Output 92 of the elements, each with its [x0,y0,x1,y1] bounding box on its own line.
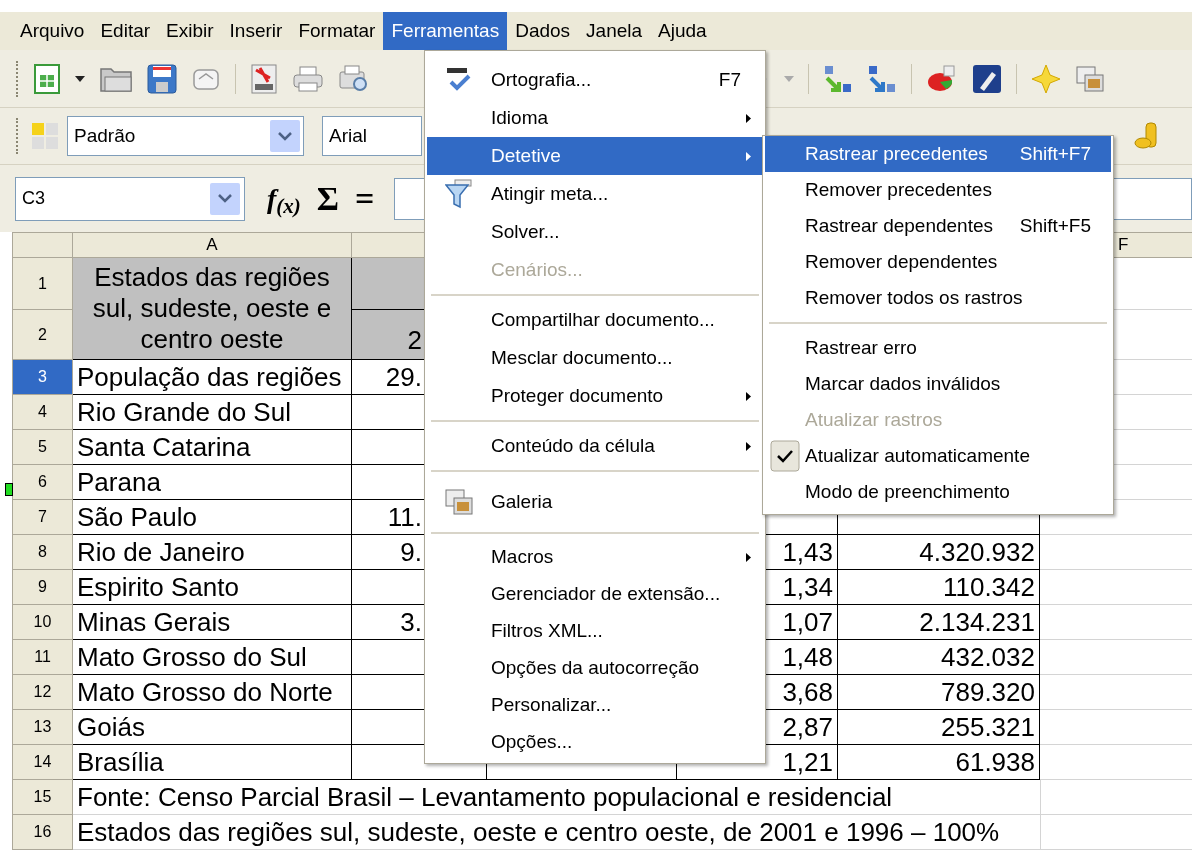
table-cell: 789.320 [838,675,1040,710]
table-cell: 61.938 [838,745,1040,780]
table-cell: Parana [73,465,352,500]
menu-item[interactable]: Conteúdo da célula [427,427,763,465]
new-spreadsheet-icon[interactable] [33,62,61,95]
select-all-corner[interactable] [12,232,73,258]
table-cell: Brasília [73,745,352,780]
table-cell: Minas Gerais [73,605,352,640]
pdf-icon[interactable] [250,63,278,94]
table-cell: São Paulo [73,500,352,535]
row-header[interactable]: 11 [12,640,73,675]
menu-item[interactable]: Detetive [427,137,763,175]
printer-icon[interactable] [292,64,324,93]
function-wizard-button[interactable]: f$_{(x)}$ [267,177,301,220]
star-icon[interactable] [1031,63,1061,94]
table-cell: Estados das regiões sul, sudeste, oeste e centro oeste [73,258,352,360]
dropdown-caret-icon[interactable] [210,182,240,215]
table-cell: População das regiões [73,360,352,395]
menu-bar-item[interactable]: Arquivo [12,12,93,50]
row-header[interactable]: 12 [12,675,73,710]
menu-item[interactable]: Atingir meta... [427,175,763,213]
table-cell: 255.321 [838,710,1040,745]
menu-bar-item[interactable]: Janela [578,12,651,50]
menu-bar-item[interactable]: Editar [92,12,159,50]
menu-bar-item[interactable]: Ajuda [650,12,715,50]
menu-item[interactable]: Rastrear erro [765,330,1111,366]
row-header[interactable]: 16 [12,815,73,850]
caret-icon[interactable] [75,75,85,82]
row-header[interactable]: 7 [12,500,73,535]
row-header[interactable]: 4 [12,395,73,430]
row-header[interactable]: 13 [12,710,73,745]
menu-bar-item[interactable]: Formatar [290,12,384,50]
print-preview-icon[interactable] [338,63,370,94]
table-cell: Espirito Santo [73,570,352,605]
table-cell: Santa Catarina [73,430,352,465]
menu-item[interactable]: Idioma [427,99,763,137]
table-cell: Rio Grande do Sul [73,395,352,430]
table-cell: Mato Grosso do Norte [73,675,352,710]
function-button[interactable]: = [355,173,375,224]
gallery-icon[interactable] [1075,64,1105,93]
menu-item[interactable]: Remover todos os rastros [765,280,1111,316]
row-header[interactable]: 5 [12,430,73,465]
toolbar-grip[interactable] [16,118,19,154]
table-cell: 432.032 [838,640,1040,675]
row-header[interactable]: 1 [12,258,73,310]
menu-item[interactable]: Ortografia... F7 [427,61,763,99]
font-dropdown[interactable]: Arial [322,116,422,156]
menu-item[interactable]: Remover precedentes [765,172,1111,208]
column-header[interactable]: A [73,232,352,258]
coins-icon[interactable] [1134,121,1160,151]
row-header[interactable]: 15 [12,780,73,815]
row-header[interactable]: 2 [12,310,73,360]
sort-ascending-icon[interactable] [823,63,853,94]
spellcheck-icon [446,67,472,93]
menu-item[interactable]: Modo de preenchimento [765,474,1111,510]
sum-button[interactable]: Σ [316,173,340,224]
menu-item[interactable]: Marcar dados inválidos [765,366,1111,402]
row-header[interactable]: 3 [12,360,73,395]
menu-item[interactable]: Rastrear precedentes Shift+F7 [765,136,1111,172]
row-header[interactable]: 6 [12,465,73,500]
table-cell: Goiás [73,710,352,745]
column-header[interactable]: F [1116,235,1131,255]
table-cell: Rio de Janeiro [73,535,352,570]
menu-item[interactable]: Remover dependentes [765,244,1111,280]
cell-handle-icon[interactable] [5,483,13,496]
menu-bar-item[interactable]: Ferramentas [383,12,508,50]
menu-bar-item[interactable]: Exibir [158,12,222,50]
row-header[interactable]: 8 [12,535,73,570]
menu-item[interactable]: Rastrear dependentes Shift+F5 [765,208,1111,244]
menu-bar-item[interactable]: Inserir [221,12,291,50]
table-cell: 4.320.932 [838,535,1040,570]
name-box[interactable]: C3 [15,176,245,221]
table-cell: 2.134.231 [838,605,1040,640]
table-cell: Estados das regiões sul, sudeste, oeste e centro oeste, de 2001 e 1996 – 100% [73,815,1040,850]
menu-bar-item[interactable]: Dados [507,12,579,50]
sort-descending-icon[interactable] [867,63,897,94]
funnel-icon [445,179,473,209]
toolbar-grip[interactable] [16,60,19,97]
row-header[interactable]: 9 [12,570,73,605]
table-cell: Fonte: Censo Parcial Brasil – Levantamento populacional e residencial [73,780,1040,815]
brush-icon[interactable] [972,63,1002,94]
menu-item[interactable]: Solver... [427,213,763,251]
row-header[interactable]: 14 [12,745,73,780]
table-cell: Mato Grosso do Sul [73,640,352,675]
dropdown-caret-icon[interactable] [270,120,300,152]
row-header[interactable]: 10 [12,605,73,640]
table-cell: 110.342 [838,570,1040,605]
pie-chart-icon[interactable] [926,63,958,94]
save-icon[interactable] [147,63,177,94]
menu-item[interactable]: Atualizar automaticamente [765,438,1111,474]
style-dropdown[interactable]: Padrão [67,116,304,156]
gallery-icon [444,488,474,516]
